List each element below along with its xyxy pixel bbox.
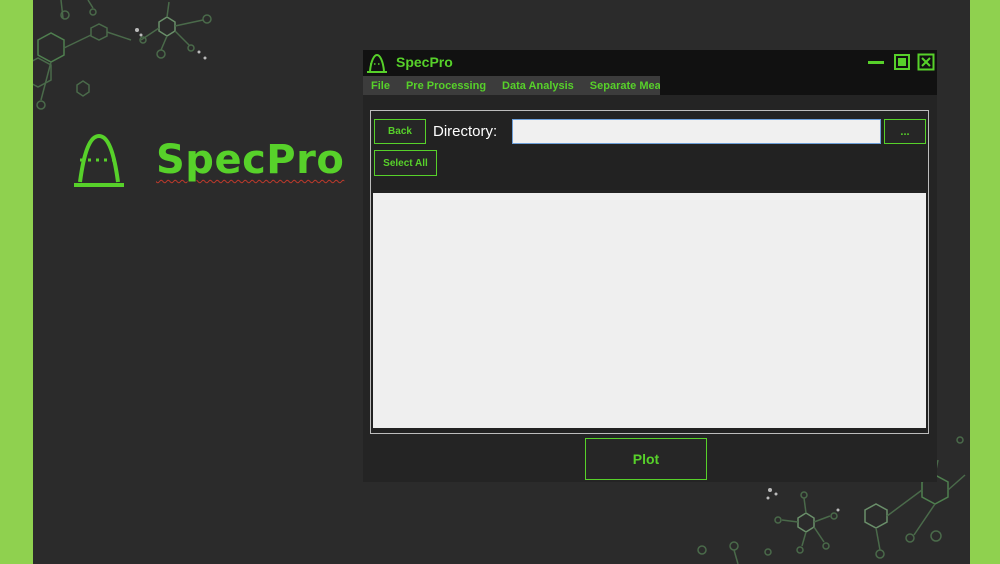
specpro-logo-icon [74, 133, 124, 187]
directory-input[interactable] [512, 119, 881, 144]
right-accent-bar [970, 0, 1000, 564]
menu-bar-filler [660, 76, 937, 95]
file-list[interactable] [373, 193, 926, 428]
menu-bar: File Pre Processing Data Analysis Separa… [363, 76, 690, 95]
minimize-icon[interactable] [867, 53, 885, 71]
brand-title: SpecPro [156, 137, 345, 183]
menu-file[interactable]: File [363, 80, 398, 92]
molecule-decoration-top-left [33, 0, 212, 110]
left-accent-bar [0, 0, 33, 564]
window-title: SpecPro [396, 54, 453, 70]
menu-pre-processing[interactable]: Pre Processing [398, 80, 494, 92]
specpro-logo-icon [367, 53, 387, 73]
close-icon[interactable] [917, 53, 935, 71]
app-window: SpecPro File Pre Processing Data Analysi… [363, 50, 937, 482]
directory-label: Directory: [433, 123, 498, 140]
maximize-icon[interactable] [893, 53, 911, 71]
browse-button[interactable]: ... [884, 119, 926, 144]
back-button[interactable]: Back [374, 119, 426, 144]
select-all-button[interactable]: Select All [374, 150, 437, 176]
window-titlebar[interactable]: SpecPro [363, 50, 937, 76]
plot-button[interactable]: Plot [585, 438, 707, 480]
menu-data-analysis[interactable]: Data Analysis [494, 80, 582, 92]
brand-header: SpecPro [72, 132, 344, 188]
file-browser-panel: Back Directory: ... Select All [370, 110, 929, 434]
